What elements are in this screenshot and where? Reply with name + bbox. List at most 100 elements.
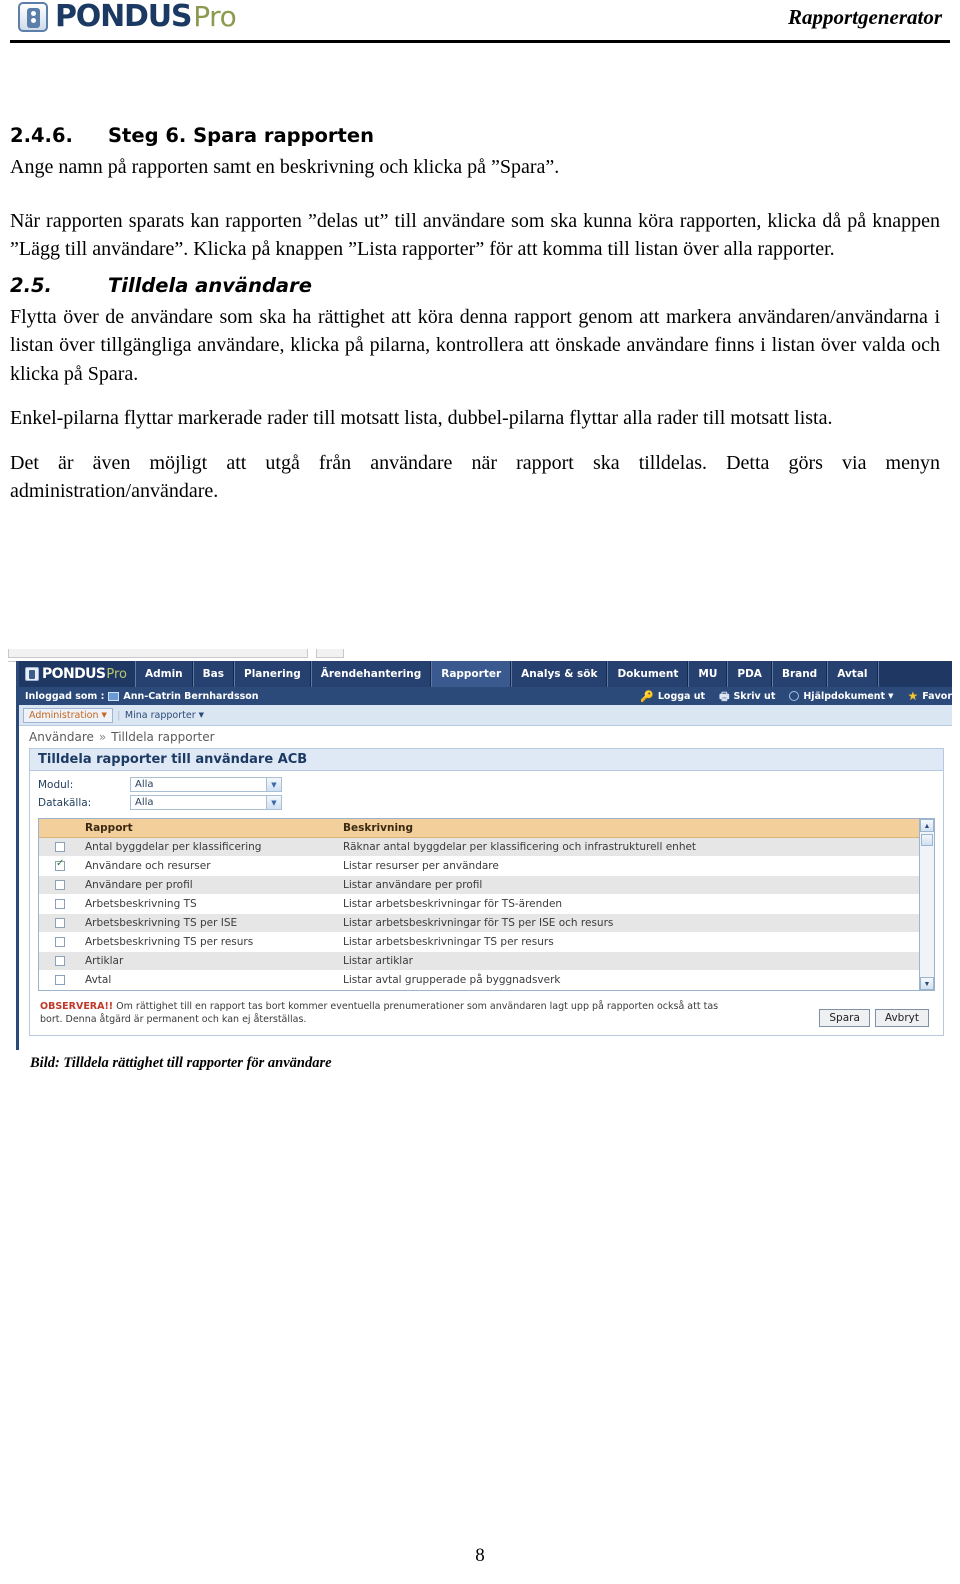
figure-caption: Bild: Tilldela rättighet till rapporter … xyxy=(30,1055,332,1071)
heading-text-2-4-6: Steg 6. Spara rapporten xyxy=(108,124,374,147)
secondary-menu-bar: Administration ▼ | Mina rapporter ▼ xyxy=(19,705,952,726)
paragraph-25-3: Det är även möjligt att utgå från använd… xyxy=(10,451,940,502)
row-rapport: Antal byggdelar per klassificering xyxy=(81,837,339,857)
print-action[interactable]: 🖶 Skriv ut xyxy=(719,691,775,702)
nav-tab-analys-och-sok[interactable]: Analys & sök xyxy=(511,661,608,687)
table-row[interactable]: Arbetsbeskrivning TS per resurs Listar a… xyxy=(39,932,919,952)
app-logo-pondus-text: PONDUS xyxy=(42,666,106,682)
menu-administration[interactable]: Administration ▼ xyxy=(23,707,113,723)
row-checkbox-cell[interactable] xyxy=(39,951,81,971)
row-rapport: Arbetsbeskrivning TS xyxy=(81,894,339,914)
scroll-down-icon[interactable]: ▼ xyxy=(920,977,934,990)
field-row-modul: Modul: Alla ▼ xyxy=(38,777,935,792)
table-row[interactable]: Arbetsbeskrivning TS Listar arbetsbeskri… xyxy=(39,894,919,914)
menu-mina-rapporter-label: Mina rapporter xyxy=(124,709,196,721)
brand-logo: PONDUS Pro xyxy=(18,2,237,32)
browser-chrome-strip xyxy=(8,645,952,662)
datakalla-label: Datakälla: xyxy=(38,796,92,809)
favorites-action[interactable]: ★ Favor xyxy=(907,690,952,702)
menu-administration-label: Administration xyxy=(29,709,99,721)
pondus-badge-icon xyxy=(18,2,48,32)
table-vertical-scrollbar[interactable]: ▲ ▼ xyxy=(919,819,934,990)
row-checkbox-cell[interactable] xyxy=(39,932,81,952)
nav-tab-planering[interactable]: Planering xyxy=(234,661,311,687)
nav-filler xyxy=(877,661,952,687)
scrollbar-thumb[interactable] xyxy=(921,834,933,846)
nav-tab-bas[interactable]: Bas xyxy=(192,661,234,687)
table-row[interactable]: Arbetsbeskrivning TS per ISE Listar arbe… xyxy=(39,913,919,933)
row-rapport: Arbetsbeskrivning TS per resurs xyxy=(81,932,339,952)
table-row[interactable]: Avtal Listar avtal grupperade på byggnad… xyxy=(39,970,919,990)
row-rapport: Användare och resurser xyxy=(81,856,339,876)
paragraph-246-1: Ange namn på rapporten samt en beskrivni… xyxy=(10,156,560,179)
table-row[interactable]: Artiklar Listar artiklar xyxy=(39,951,919,971)
logged-in-block: Inloggad som : Ann-Catrin Bernhardsson xyxy=(25,691,259,702)
table-row[interactable]: Användare per profil Listar användare pe… xyxy=(39,875,919,895)
row-checkbox[interactable] xyxy=(55,899,65,909)
chevron-down-icon: ▼ xyxy=(266,778,281,791)
row-beskrivning: Listar användare per profil xyxy=(339,875,919,895)
row-checkbox[interactable] xyxy=(55,956,65,966)
app-navigation-bar: PONDUS Pro Admin Bas Planering Ärendehant… xyxy=(19,661,952,687)
app-brand-logo: PONDUS Pro xyxy=(19,661,135,687)
save-button[interactable]: Spara xyxy=(819,1008,870,1027)
row-checkbox[interactable] xyxy=(55,918,65,928)
row-checkbox[interactable] xyxy=(55,975,65,985)
table-row[interactable]: Användare och resurser Listar resurser p… xyxy=(39,856,919,876)
user-avatar-icon xyxy=(108,691,120,701)
row-checkbox-cell[interactable] xyxy=(39,856,81,876)
row-beskrivning: Listar arbetsbeskrivningar för TS per IS… xyxy=(339,913,919,933)
paragraph-25-2: Enkel-pilarna flyttar markerade rader ti… xyxy=(10,407,833,430)
field-row-datakalla: Datakälla: Alla ▼ xyxy=(38,795,935,810)
page-header: PONDUS Pro Rapportgenerator xyxy=(0,0,960,44)
chevron-down-icon: ▼ xyxy=(101,711,107,719)
row-checkbox-cell[interactable] xyxy=(39,913,81,933)
scroll-up-icon[interactable]: ▲ xyxy=(920,819,934,832)
row-beskrivning: Listar artiklar xyxy=(339,951,919,971)
star-icon: ★ xyxy=(907,689,919,703)
row-checkbox-cell[interactable] xyxy=(39,837,81,857)
breadcrumb-current: Tilldela rapporter xyxy=(111,730,215,744)
embedded-app-screenshot: PONDUS Pro Admin Bas Planering Ärendehant… xyxy=(8,645,952,1050)
datakalla-select[interactable]: Alla ▼ xyxy=(130,795,282,810)
row-checkbox-cell[interactable] xyxy=(39,970,81,990)
modul-select[interactable]: Alla ▼ xyxy=(130,777,282,792)
row-rapport: Arbetsbeskrivning TS per ISE xyxy=(81,913,339,933)
modul-label: Modul: xyxy=(38,778,74,791)
nav-tab-arendehantering[interactable]: Ärendehantering xyxy=(310,661,432,687)
nav-tab-pda[interactable]: PDA xyxy=(727,661,772,687)
column-header-checkbox xyxy=(39,819,81,838)
breadcrumb-root[interactable]: Användare xyxy=(29,730,94,744)
breadcrumb: Användare » Tilldela rapporter xyxy=(19,726,952,748)
row-checkbox[interactable] xyxy=(55,859,65,871)
row-checkbox[interactable] xyxy=(55,880,65,890)
table-row[interactable]: Antal byggdelar per klassificering Räkna… xyxy=(39,837,919,857)
row-checkbox[interactable] xyxy=(55,937,65,947)
nav-tab-avtal[interactable]: Avtal xyxy=(827,661,878,687)
logout-action[interactable]: 🔑 Logga ut xyxy=(640,691,705,702)
row-checkbox[interactable] xyxy=(55,842,65,852)
paragraph-246-2: När rapporten sparats kan rapporten ”del… xyxy=(10,209,940,261)
menu-mina-rapporter[interactable]: Mina rapporter ▼ xyxy=(125,710,204,721)
key-icon: 🔑 xyxy=(640,689,654,703)
warning-notice-prefix: OBSERVERA!! xyxy=(40,1001,114,1012)
heading-number-2-4-6: 2.4.6. xyxy=(10,124,73,147)
nav-tab-mu[interactable]: MU xyxy=(688,661,728,687)
cancel-button[interactable]: Avbryt xyxy=(874,1008,929,1027)
heading-text-2-5: Tilldela användare xyxy=(108,273,312,297)
nav-tab-admin[interactable]: Admin xyxy=(134,661,193,687)
nav-tab-rapporter[interactable]: Rapporter xyxy=(431,661,512,687)
notice-and-actions-row: OBSERVERA!! Om rättighet till en rapport… xyxy=(38,991,935,1029)
modul-select-value: Alla xyxy=(135,779,154,790)
panel-title: Tilldela rapporter till användare ACB xyxy=(30,749,943,771)
menu-separator: | xyxy=(117,709,120,721)
help-docs-action[interactable]: Hjälpdokument ▼ xyxy=(789,691,893,702)
row-checkbox-cell[interactable] xyxy=(39,894,81,914)
nav-tab-dokument[interactable]: Dokument xyxy=(607,661,689,687)
chevron-down-icon: ▼ xyxy=(888,692,894,700)
help-icon xyxy=(789,691,800,701)
row-checkbox-cell[interactable] xyxy=(39,875,81,895)
row-rapport: Artiklar xyxy=(81,951,339,971)
row-beskrivning: Listar resurser per användare xyxy=(339,856,919,876)
nav-tab-brand[interactable]: Brand xyxy=(771,661,828,687)
